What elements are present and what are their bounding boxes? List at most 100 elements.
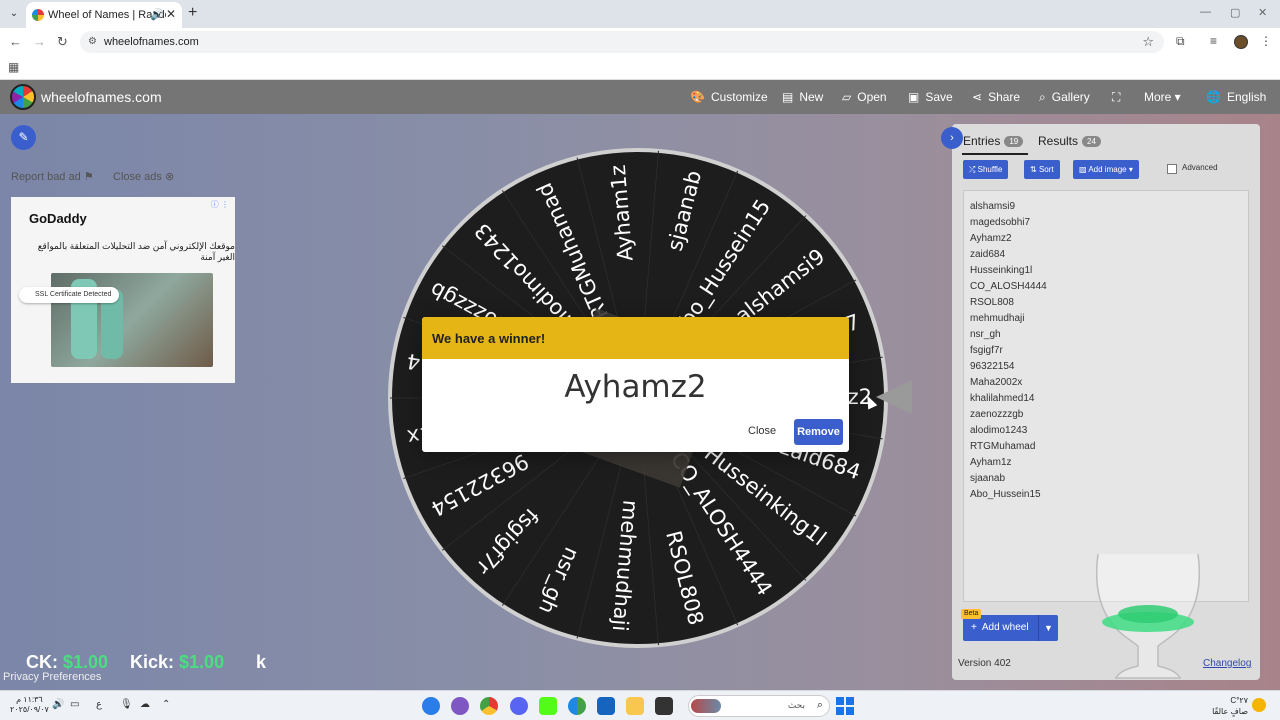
dialog-title: We have a winner!: [432, 331, 546, 346]
url-text: wheelofnames.com: [104, 36, 199, 48]
forward-icon[interactable]: →: [33, 34, 46, 49]
close-circle-icon: ⊗: [164, 171, 175, 183]
entry-line: zaenozzzgb: [970, 409, 1024, 420]
report-bad-ad-link[interactable]: Report bad ad ⚑: [11, 170, 94, 183]
shuffle-button[interactable]: ⤮ Shuffle: [963, 160, 1009, 179]
entry-line: Ayhamz2: [970, 233, 1012, 244]
site-info-icon[interactable]: ⚙: [88, 36, 97, 47]
weather-widget[interactable]: ٢٧°C صافٍ عالقًا: [1208, 695, 1248, 717]
ticker-c: k: [256, 652, 267, 672]
bookmark-star-icon[interactable]: ☆: [1142, 34, 1154, 50]
entries-panel: Entries 19 Results 24 ⤮ Shuffle ⇅ Sort ▨ A…: [952, 124, 1260, 680]
save-icon: ▣: [908, 90, 920, 104]
tray-chevron-icon[interactable]: ⌃: [162, 699, 170, 710]
privacy-preferences-link[interactable]: Privacy Preferences: [3, 671, 101, 683]
advertisement[interactable]: ⓘ ⋮ GoDaddy موقعك الإلكتروني آمن ضد التح…: [11, 197, 235, 383]
entry-line: RTGMuhamad: [970, 441, 1036, 452]
browser-icon[interactable]: [568, 697, 586, 715]
customize-button[interactable]: 🎨 Customize: [690, 90, 768, 104]
advanced-checkbox[interactable]: [1167, 164, 1177, 174]
discord-icon[interactable]: [510, 697, 528, 715]
app-icon-profile[interactable]: [451, 697, 469, 715]
entry-line: CO_ALOSH4444: [970, 281, 1047, 292]
add-image-button[interactable]: ▨ Add image ▾: [1073, 160, 1139, 179]
globe-icon: 🌐: [1206, 90, 1221, 104]
remove-button[interactable]: Remove: [794, 419, 843, 445]
close-button[interactable]: Close: [748, 425, 776, 437]
flag-icon: ⚑: [83, 171, 94, 183]
maximize-icon[interactable]: ▢: [1230, 6, 1240, 19]
browser-tab[interactable]: Wheel of Names | Random 🔊 ✕: [26, 2, 182, 28]
tab-entries[interactable]: Entries 19: [963, 134, 1024, 148]
cloud-icon[interactable]: ☁: [140, 699, 150, 710]
store-icon[interactable]: [597, 697, 615, 715]
brand-title[interactable]: wheelofnames.com: [41, 89, 162, 105]
microphone-icon[interactable]: 🎙: [120, 699, 133, 710]
language-button[interactable]: 🌐 English: [1206, 90, 1266, 104]
window-close-icon[interactable]: ✕: [1258, 6, 1267, 19]
tab-search-icon[interactable]: ⌄: [6, 6, 22, 22]
entries-textarea[interactable]: alshamsi9 magedsobhi7 Ayhamz2 zaid684 Hu…: [963, 190, 1249, 602]
entry-line: Maha2002x: [970, 377, 1023, 388]
ad-info-icon[interactable]: ⓘ ⋮: [211, 199, 229, 210]
entry-line: alshamsi9: [970, 201, 1016, 212]
tab-results[interactable]: Results 24: [1038, 134, 1101, 148]
more-button[interactable]: More ▾: [1144, 90, 1181, 104]
entry-line: alodimo1243: [970, 425, 1028, 436]
tab-title: Wheel of Names | Random: [48, 9, 166, 21]
version-label: Version 402: [958, 658, 1011, 669]
volume-icon[interactable]: 🔊: [52, 699, 64, 710]
keyboard-language[interactable]: ع: [96, 699, 102, 710]
back-icon[interactable]: ←: [9, 34, 22, 49]
ticker-b: Kick: $1.00: [130, 652, 225, 672]
tab-close-icon[interactable]: ✕: [166, 7, 176, 21]
open-button[interactable]: ▱ Open: [842, 90, 887, 104]
fullscreen-icon[interactable]: ⛶: [1112, 90, 1120, 105]
minimize-icon[interactable]: —: [1200, 6, 1211, 18]
kick-icon[interactable]: [539, 697, 557, 715]
app-icon-messenger[interactable]: [422, 697, 440, 715]
browser-tab-bar: ⌄ Wheel of Names | Random 🔊 ✕ + — ▢ ✕: [0, 0, 1280, 28]
chevron-down-icon[interactable]: ▼: [1038, 615, 1058, 641]
chrome-icon[interactable]: [480, 697, 498, 715]
share-button[interactable]: ⋖ Share: [972, 90, 1020, 104]
profile-avatar[interactable]: [1234, 35, 1248, 49]
new-tab-icon[interactable]: +: [188, 4, 197, 22]
sort-button[interactable]: ⇅ Sort: [1024, 160, 1060, 179]
entry-line: RSOL808: [970, 297, 1014, 308]
entry-line: fsgigf7r: [970, 345, 1003, 356]
file-explorer-icon[interactable]: [626, 697, 644, 715]
collapse-panel-icon[interactable]: ›: [941, 127, 963, 149]
browser-toolbar: ← → ↻ ⚙ wheelofnames.com ☆ ⧉ ≡ ⋮: [0, 28, 1280, 56]
save-button[interactable]: ▣ Save: [908, 90, 953, 104]
search-placeholder: بحث: [787, 700, 805, 710]
shuffle-icon: ⤮: [969, 165, 976, 174]
entry-line: nsr_gh: [970, 329, 1001, 340]
edit-pencil-icon[interactable]: ✎: [11, 125, 36, 150]
ssl-badge: SSL Certificate Detected: [19, 287, 120, 303]
wheel-pointer: [876, 380, 912, 414]
gallery-button[interactable]: ⌕ Gallery: [1039, 90, 1090, 105]
apps-grid-icon[interactable]: ▦: [8, 60, 19, 74]
windows-start-icon[interactable]: [836, 697, 854, 715]
speaker-icon[interactable]: 🔊: [150, 8, 164, 21]
results-count-badge: 24: [1082, 136, 1101, 148]
network-icon[interactable]: ▭: [70, 699, 79, 710]
address-bar[interactable]: ⚙ wheelofnames.com ☆: [80, 31, 1164, 53]
media-icon[interactable]: ≡: [1210, 34, 1217, 48]
reload-icon[interactable]: ↻: [57, 34, 68, 50]
extensions-icon[interactable]: ⧉: [1176, 34, 1185, 49]
new-button[interactable]: ▤ New: [782, 90, 823, 104]
close-ads-link[interactable]: Close ads ⊗: [113, 170, 174, 183]
entry-line: Abo_Hussein15: [970, 489, 1041, 500]
browser-menu-icon[interactable]: ⋮: [1260, 34, 1272, 48]
entry-line: magedsobhi7: [970, 217, 1031, 228]
sun-icon[interactable]: [1252, 698, 1266, 712]
wheel-logo-icon[interactable]: [10, 84, 36, 110]
search-highlight-image: [691, 699, 721, 713]
changelog-link[interactable]: Changelog: [1203, 658, 1251, 669]
entry-line: sjaanab: [970, 473, 1006, 484]
clock[interactable]: ١١:٣٦ م ٢٠٢٥/٠٩/٠٧: [10, 695, 49, 715]
terminal-icon[interactable]: [655, 697, 673, 715]
taskbar-search[interactable]: بحث ⌕: [688, 695, 830, 717]
